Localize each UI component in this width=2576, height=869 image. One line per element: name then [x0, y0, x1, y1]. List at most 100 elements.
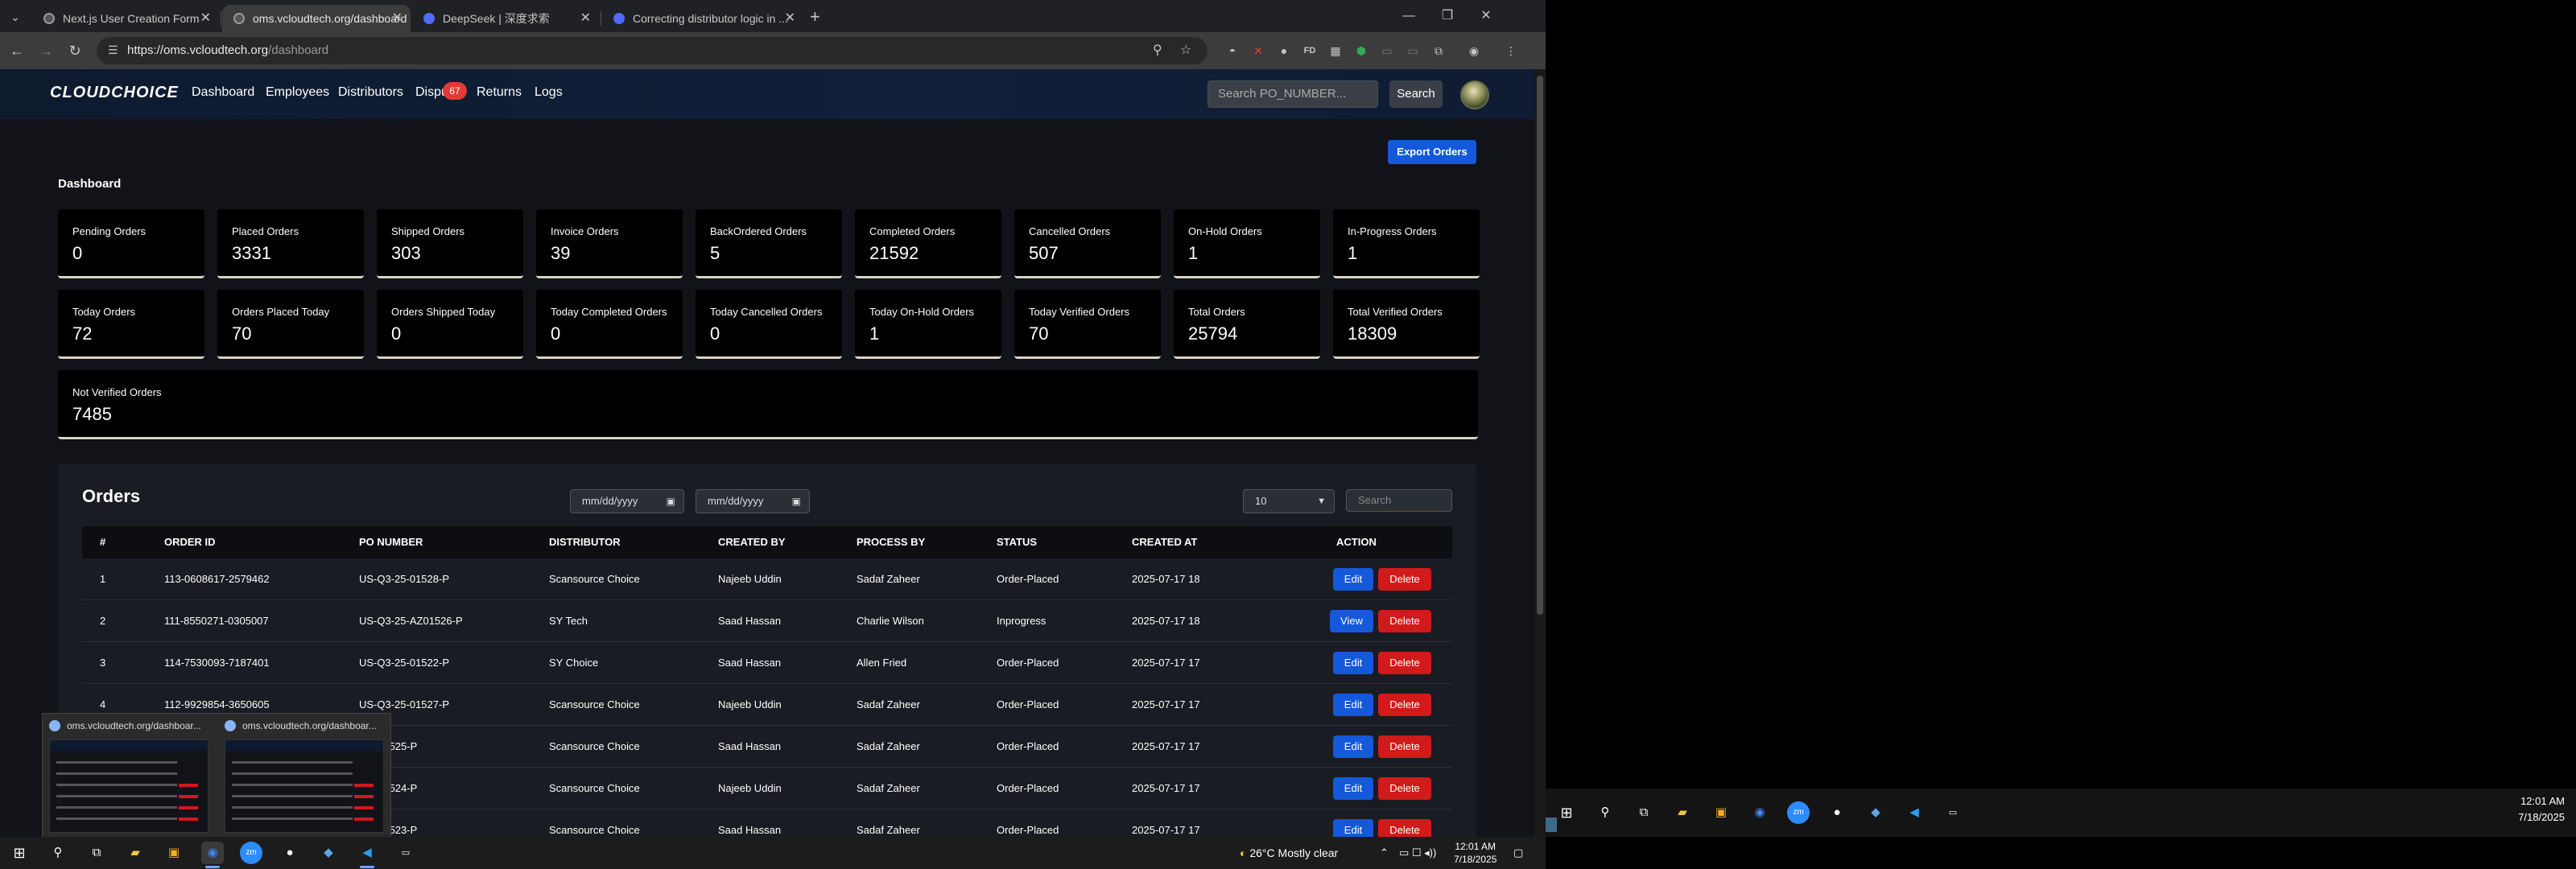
chrome-taskbar-icon[interactable]: ◉	[201, 842, 224, 864]
store-icon[interactable]: ▣	[163, 842, 185, 864]
file-explorer-icon[interactable]: ▰	[1671, 801, 1694, 824]
extension-gray-icon[interactable]: ▭	[1377, 40, 1397, 61]
minimize-icon[interactable]: —	[1389, 0, 1428, 32]
zoom-search-icon[interactable]: ⚲	[1153, 37, 1162, 64]
close-tab-icon[interactable]: ✕	[200, 5, 211, 32]
orders-search-input[interactable]: Search	[1346, 489, 1452, 512]
tab-deepseek[interactable]: DeepSeek | 深度求索 ✕	[412, 5, 599, 32]
delete-button[interactable]: Delete	[1378, 694, 1431, 716]
col-process-by: PROCESS BY	[857, 536, 926, 548]
stat-label: Shipped Orders	[391, 225, 465, 237]
stat-label: Today Orders	[72, 306, 136, 318]
delete-button[interactable]: Delete	[1378, 652, 1431, 674]
site-info-icon[interactable]: ☰	[108, 43, 118, 57]
delete-button[interactable]: Delete	[1378, 735, 1431, 758]
edit-button[interactable]: Edit	[1333, 568, 1373, 591]
stat-card: Orders Shipped Today 0	[377, 290, 523, 359]
nav-employees[interactable]: Employees	[266, 85, 329, 100]
date-from-input[interactable]: mm/dd/yyyy ▣	[570, 489, 684, 513]
back-icon[interactable]: ←	[6, 40, 27, 61]
chrome-taskbar-icon[interactable]: ◉	[1748, 801, 1771, 824]
reload-icon[interactable]: ↻	[64, 40, 85, 61]
notifications-icon[interactable]: ▢	[1513, 837, 1523, 869]
edit-button[interactable]: Edit	[1333, 777, 1373, 800]
view-button[interactable]: View	[1330, 610, 1373, 632]
cell-status: Order-Placed	[997, 657, 1059, 669]
extension-circle-icon[interactable]: ●	[1274, 40, 1294, 61]
delete-button[interactable]: Delete	[1378, 777, 1431, 800]
bookmark-star-icon[interactable]: ☆	[1180, 37, 1191, 64]
vscode-icon[interactable]: ◀	[1903, 801, 1926, 824]
windows-start-icon[interactable]: ⊞	[8, 842, 31, 864]
nav-returns[interactable]: Returns	[477, 85, 522, 100]
cell-process-by: Sadaf Zaheer	[857, 573, 920, 585]
extension-cast-icon[interactable]: ▭	[1402, 40, 1423, 61]
nav-dashboard[interactable]: Dashboard	[192, 85, 254, 100]
window-preview-2[interactable]: oms.vcloudtech.org/dashboar...	[220, 717, 389, 838]
tray-chevron-icon[interactable]: ⌃	[1380, 837, 1389, 869]
task-view-icon[interactable]: ⧉	[85, 842, 108, 864]
calendar-icon[interactable]: ▣	[792, 490, 801, 513]
page-scrollbar[interactable]	[1534, 69, 1546, 869]
po-search-input[interactable]: Search PO_NUMBER...	[1208, 80, 1378, 108]
browser-menu-icon[interactable]: ⋮	[1501, 40, 1521, 61]
search-icon[interactable]: ⚲	[1594, 801, 1616, 824]
app-circle-icon[interactable]: ●	[1826, 801, 1848, 824]
tab-correcting-logic[interactable]: Correcting distributor logic in ... ✕	[602, 5, 803, 32]
tab-search-icon[interactable]: ⌄	[5, 6, 26, 27]
weather-widget[interactable]: ◐ 26°C Mostly clear	[1240, 837, 1338, 869]
profile-avatar-icon[interactable]: ◉	[1463, 40, 1484, 61]
url-path: /dashboard	[268, 43, 329, 57]
vscode-blue-icon[interactable]: ◆	[1864, 801, 1887, 824]
nav-logs[interactable]: Logs	[535, 85, 563, 100]
tab-nextjs-form[interactable]: Next.js User Creation Form ✕	[32, 5, 219, 32]
scrollbar-thumb[interactable]	[1537, 76, 1543, 615]
clock-time: 12:01 AM	[1455, 841, 1496, 852]
extension-incognito-icon[interactable]: ◓	[1222, 40, 1243, 61]
address-bar[interactable]: ☰ https://oms.vcloudtech.org/dashboard ⚲…	[97, 37, 1208, 64]
forward-icon[interactable]: →	[35, 40, 56, 61]
nav-distributors[interactable]: Distributors	[338, 85, 403, 100]
po-search-button[interactable]: Search	[1389, 80, 1443, 108]
search-icon[interactable]: ⚲	[47, 842, 69, 864]
delete-button[interactable]: Delete	[1378, 568, 1431, 591]
user-avatar[interactable]	[1460, 80, 1489, 109]
zoom-app-icon[interactable]: zm	[1787, 801, 1810, 824]
window-preview-1[interactable]: oms.vcloudtech.org/dashboar...	[44, 717, 213, 838]
file-explorer-icon[interactable]: ▰	[124, 842, 147, 864]
zoom-app-icon[interactable]: zm	[240, 842, 262, 864]
system-clock[interactable]: 12:01 AM 7/18/2025	[1454, 840, 1496, 866]
task-view-icon[interactable]: ⧉	[1633, 801, 1655, 824]
delete-button[interactable]: Delete	[1378, 610, 1431, 632]
app-circle-icon[interactable]: ●	[279, 842, 301, 864]
close-tab-icon[interactable]: ✕	[785, 5, 795, 32]
terminal-icon[interactable]: ▭	[1942, 801, 1964, 824]
extension-shield-icon[interactable]: ⬢	[1351, 40, 1372, 61]
close-tab-icon[interactable]: ✕	[580, 5, 591, 32]
rows-per-page-select[interactable]: 10 ▼	[1243, 489, 1335, 513]
secondary-clock[interactable]: 12:01 AM 7/18/2025	[2496, 793, 2565, 826]
preview-image	[49, 739, 208, 833]
close-window-icon[interactable]: ✕	[1467, 0, 1505, 32]
terminal-icon[interactable]: ▭	[394, 842, 417, 864]
calendar-icon[interactable]: ▣	[667, 490, 675, 513]
restore-icon[interactable]: ❐	[1428, 0, 1467, 32]
tab-dashboard[interactable]: oms.vcloudtech.org/dashboard ✕	[222, 5, 411, 32]
vscode-blue-icon[interactable]: ◆	[317, 842, 340, 864]
new-tab-icon[interactable]: +	[810, 6, 820, 27]
close-tab-icon[interactable]: ✕	[392, 5, 402, 32]
tray-icons[interactable]: ▭ ☐ ◂))	[1399, 837, 1436, 869]
extension-image-icon[interactable]: ▦	[1325, 40, 1346, 61]
vscode-icon[interactable]: ◀	[356, 842, 378, 864]
windows-start-icon[interactable]: ⊞	[1555, 801, 1578, 824]
extension-fd-icon[interactable]: FD	[1299, 40, 1320, 61]
store-icon[interactable]: ▣	[1710, 801, 1732, 824]
extension-red-x-icon[interactable]: ✕	[1248, 40, 1269, 61]
edit-button[interactable]: Edit	[1333, 735, 1373, 758]
date-to-input[interactable]: mm/dd/yyyy ▣	[696, 489, 810, 513]
export-orders-button[interactable]: Export Orders	[1388, 140, 1476, 164]
extensions-puzzle-icon[interactable]: ⧉	[1428, 40, 1449, 61]
edit-button[interactable]: Edit	[1333, 694, 1373, 716]
edit-button[interactable]: Edit	[1333, 652, 1373, 674]
brand-logo[interactable]: CLOUDCHOICE	[50, 84, 179, 102]
